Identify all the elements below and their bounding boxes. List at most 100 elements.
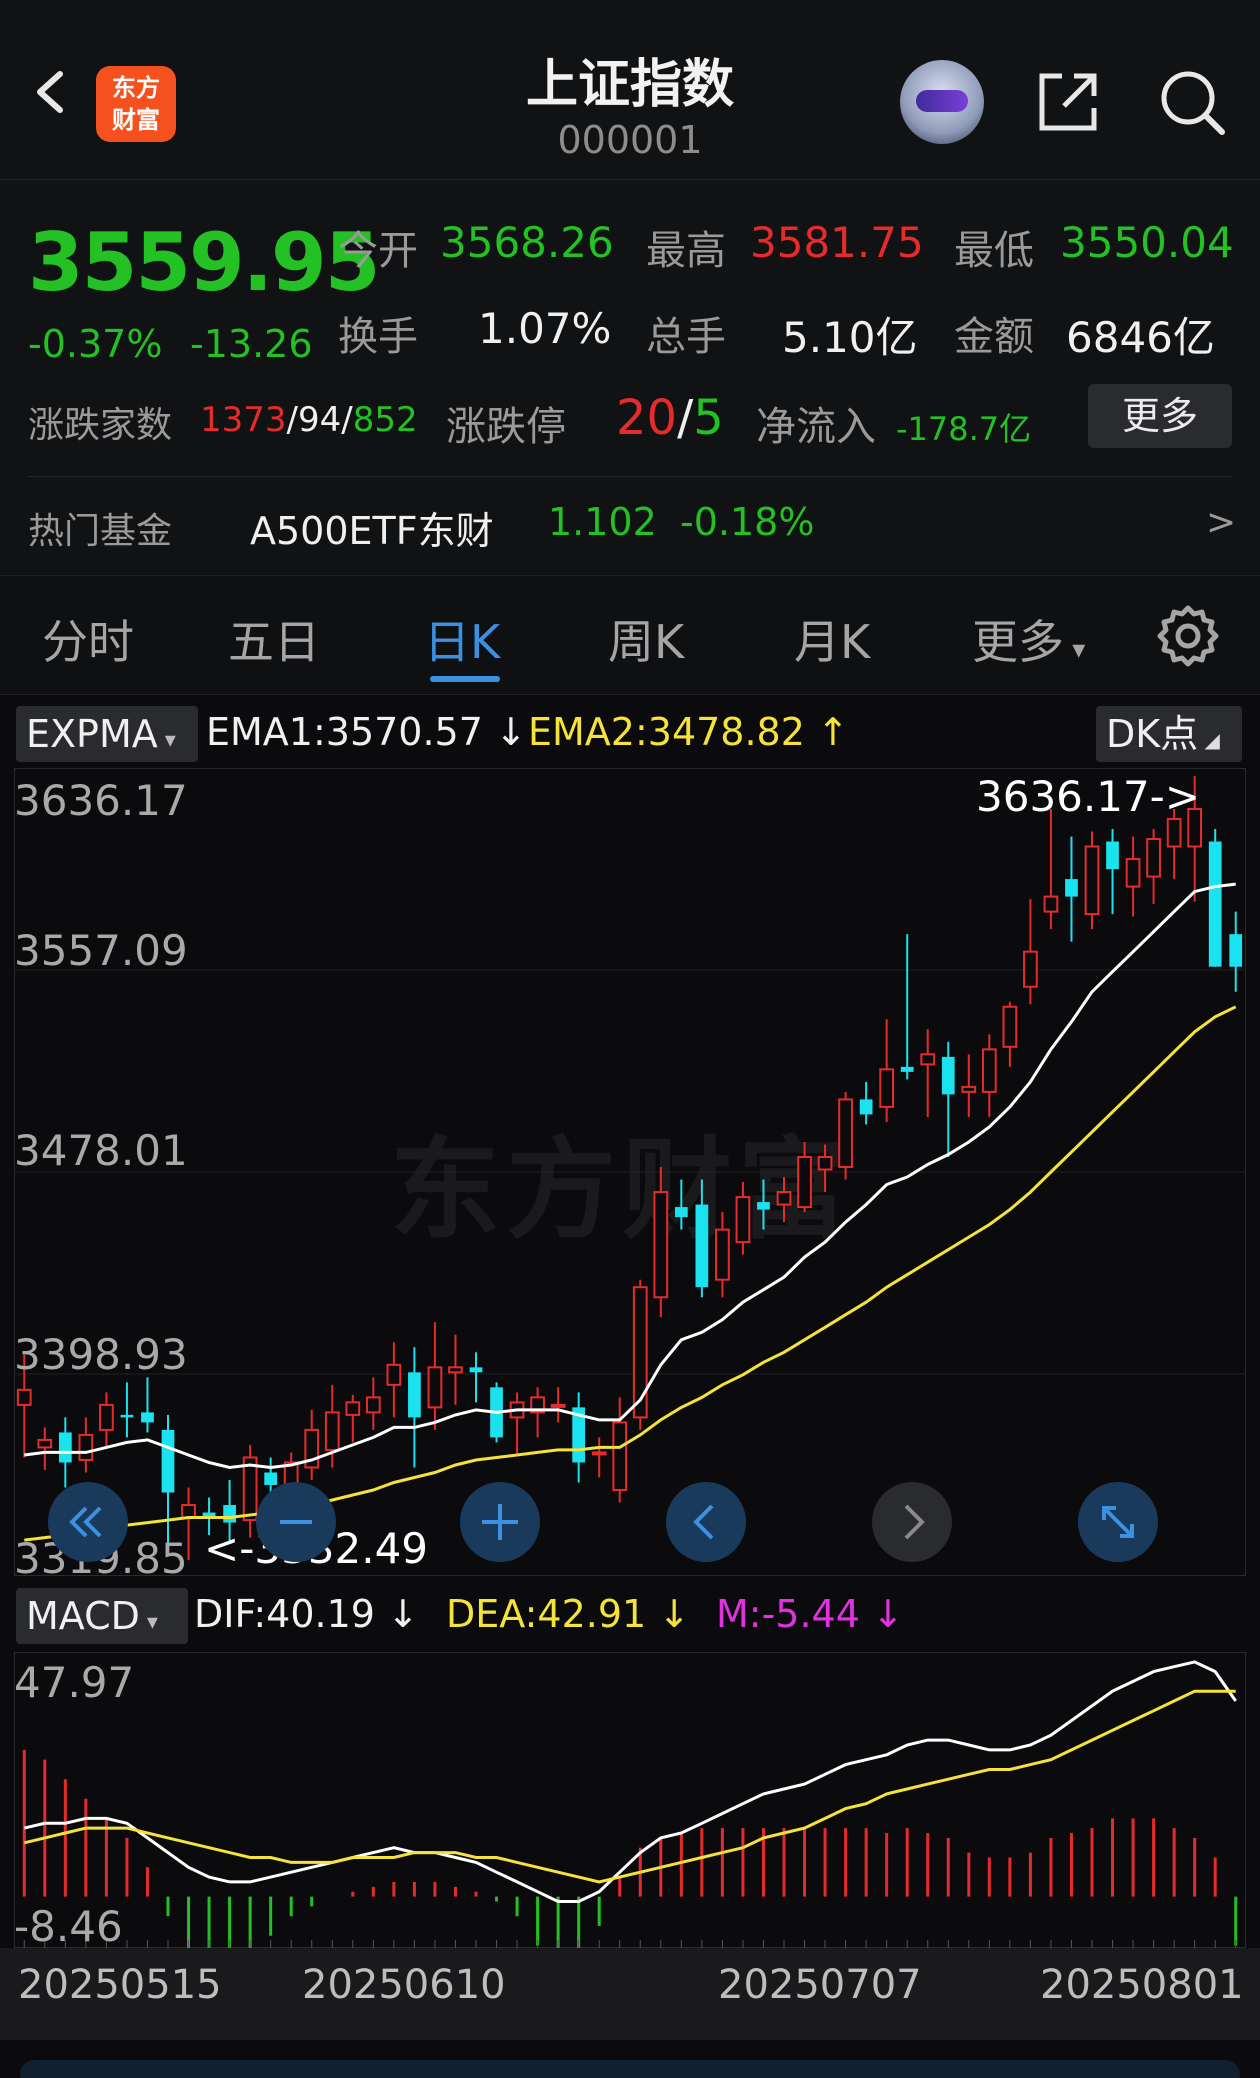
- macd-chart[interactable]: [14, 1652, 1246, 1948]
- ema1-legend: EMA1:3570.57 ↓: [206, 710, 527, 754]
- dif-legend: DIF:40.19 ↓: [194, 1592, 419, 1636]
- candle-body-up: [920, 1053, 936, 1066]
- limit-down-count: 5: [693, 390, 724, 446]
- caret-down-icon: ▾: [157, 728, 176, 753]
- candle-body-up: [1023, 950, 1038, 988]
- candle-body-up: [961, 1085, 977, 1093]
- chevron-right-icon: [904, 1504, 925, 1540]
- candle-body-up: [981, 1048, 997, 1093]
- search-icon[interactable]: [1156, 66, 1228, 138]
- chevron-left-icon: [693, 1504, 714, 1540]
- assistant-robot-icon[interactable]: [900, 60, 984, 144]
- amount-label: 金额: [954, 314, 1034, 360]
- candle-body-up: [797, 1156, 812, 1209]
- main-indicator-label: EXPMA: [26, 712, 158, 756]
- low-label: 最低: [954, 228, 1034, 274]
- hot-fund-name[interactable]: A500ETF东财: [250, 500, 494, 555]
- hot-fund-arrow-icon[interactable]: >: [1206, 502, 1236, 543]
- x-tick-label: 20250515: [18, 1962, 222, 2008]
- dif-line: [23, 1660, 1237, 1903]
- flat-count: 94: [298, 400, 342, 440]
- candle-body-up: [181, 1504, 196, 1519]
- more-quote-button[interactable]: 更多: [1088, 384, 1232, 448]
- high-label: 最高: [646, 228, 726, 274]
- candle-body-down: [859, 1099, 873, 1115]
- candle-body-up: [612, 1421, 628, 1492]
- tab-five-day[interactable]: 五日: [228, 606, 320, 672]
- limit-up-count: 20: [616, 390, 678, 446]
- candle-body-up: [16, 1388, 32, 1406]
- candle-body-down: [120, 1414, 134, 1418]
- ema2-legend: EMA2:3478.82 ↑: [528, 710, 849, 754]
- dk-point-selector[interactable]: DK点 ◢: [1096, 706, 1242, 762]
- last-price: 3559.95: [28, 216, 380, 309]
- active-tab-indicator: [430, 676, 500, 682]
- double-chevron-left-icon: [69, 1506, 102, 1538]
- candle-body-up: [715, 1228, 730, 1281]
- y-tick-label: 3636.17: [14, 776, 188, 825]
- candle-body-up: [427, 1366, 443, 1409]
- zoom-out-button[interactable]: [256, 1482, 336, 1562]
- max-price-annotation: 3636.17->: [976, 772, 1201, 821]
- zoom-in-button[interactable]: [460, 1482, 540, 1562]
- plus-icon: [482, 1504, 518, 1540]
- corner-caret-icon: ◢: [1198, 728, 1220, 752]
- breadth-values: 1373/94/852: [200, 400, 418, 440]
- macd-frame: [14, 1652, 1246, 1948]
- expand-icon: [1102, 1506, 1134, 1538]
- candle-body-up: [817, 1156, 833, 1171]
- tab-daily-k[interactable]: 日K: [424, 606, 500, 672]
- candle-body-up: [735, 1196, 751, 1244]
- fullscreen-button[interactable]: [1078, 1482, 1158, 1562]
- candle-body-up: [1002, 1005, 1018, 1048]
- breadth-label: 涨跌家数: [28, 405, 173, 446]
- jump-to-start-button[interactable]: [48, 1482, 128, 1562]
- y-tick-label: 3478.01: [14, 1126, 188, 1175]
- tab-intraday[interactable]: 分时: [42, 606, 134, 672]
- main-indicator-selector[interactable]: EXPMA ▾: [16, 706, 198, 762]
- bottom-bar: [20, 2060, 1240, 2078]
- turnover-label: 换手: [338, 314, 418, 360]
- change-percent: -0.37%: [28, 322, 163, 366]
- candle-body-up: [879, 1068, 895, 1108]
- back-arrow-icon[interactable]: [28, 70, 72, 114]
- share-icon[interactable]: [1032, 66, 1104, 138]
- sub-indicator-selector[interactable]: MACD ▾: [16, 1588, 188, 1644]
- turnover-value: 1.07%: [478, 304, 612, 353]
- candle-body-down: [1208, 841, 1222, 967]
- open-value: 3568.26: [440, 218, 614, 267]
- amount-value: 6846亿: [1066, 313, 1215, 362]
- caret-down-icon: ▾: [139, 1610, 158, 1635]
- stock-code: 000001: [557, 118, 703, 162]
- candle-body-down: [695, 1204, 709, 1288]
- netflow-label: 净流入: [756, 404, 876, 450]
- candle-body-up: [550, 1403, 566, 1408]
- dk-point-label: DK点: [1106, 712, 1199, 756]
- candle-body-down: [757, 1202, 770, 1210]
- candle-body-up: [591, 1451, 607, 1456]
- volume-value: 5.10亿: [782, 313, 918, 362]
- tab-more[interactable]: 更多 ▾: [972, 606, 1085, 672]
- tab-monthly-k[interactable]: 月K: [794, 606, 870, 672]
- dea-legend: DEA:42.91 ↓: [446, 1592, 691, 1636]
- volume-label: 总手: [646, 314, 726, 360]
- logo-text-top: 东方: [112, 74, 160, 102]
- x-tick-label: 20250707: [718, 1962, 922, 2008]
- candle-body-up: [776, 1191, 792, 1206]
- x-tick-label: 20250801: [1040, 1962, 1244, 2008]
- candle-body-down: [674, 1207, 688, 1218]
- candle-body-up: [345, 1401, 361, 1416]
- change-amount: -13.26: [190, 322, 313, 366]
- hot-fund-change: -0.18%: [680, 500, 815, 544]
- kline-chart[interactable]: [14, 768, 1246, 1576]
- scroll-right-button[interactable]: [872, 1482, 952, 1562]
- tab-weekly-k[interactable]: 周K: [608, 606, 684, 672]
- app-logo[interactable]: 东方 财富: [96, 66, 176, 142]
- candle-body-up: [1043, 895, 1059, 913]
- down-count: 852: [352, 400, 418, 440]
- macd-y-tick-label: 47.97: [14, 1658, 135, 1707]
- up-count: 1373: [200, 400, 287, 440]
- candle-body-up: [1166, 817, 1182, 848]
- gear-icon[interactable]: [1156, 604, 1220, 668]
- scroll-left-button[interactable]: [666, 1482, 746, 1562]
